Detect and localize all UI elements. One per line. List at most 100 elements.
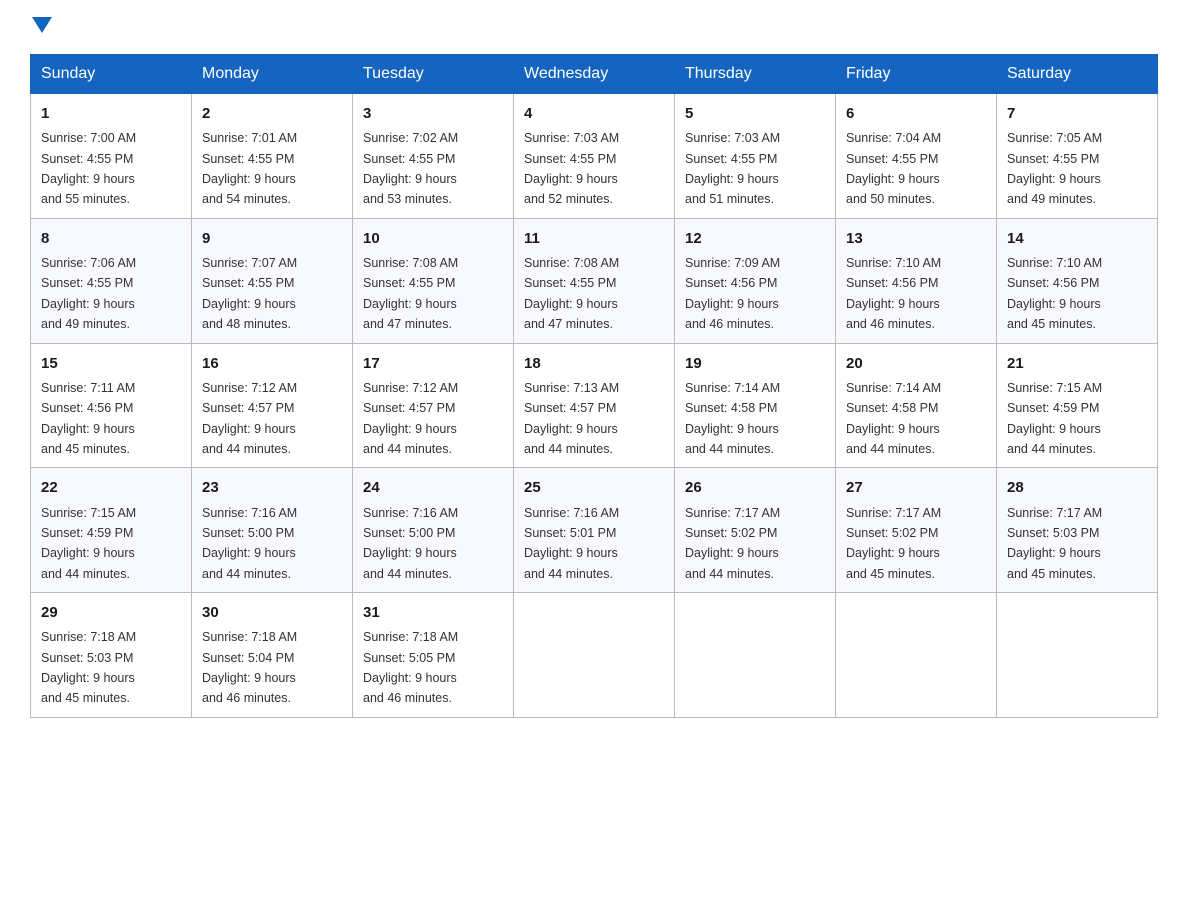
day-number: 29 xyxy=(41,601,181,624)
day-info: Sunrise: 7:00 AMSunset: 4:55 PMDaylight:… xyxy=(41,131,136,206)
calendar-cell: 29 Sunrise: 7:18 AMSunset: 5:03 PMDaylig… xyxy=(31,593,192,718)
day-info: Sunrise: 7:01 AMSunset: 4:55 PMDaylight:… xyxy=(202,131,297,206)
day-info: Sunrise: 7:18 AMSunset: 5:04 PMDaylight:… xyxy=(202,630,297,705)
day-info: Sunrise: 7:11 AMSunset: 4:56 PMDaylight:… xyxy=(41,381,135,456)
calendar-cell: 20 Sunrise: 7:14 AMSunset: 4:58 PMDaylig… xyxy=(836,343,997,468)
calendar-cell: 13 Sunrise: 7:10 AMSunset: 4:56 PMDaylig… xyxy=(836,218,997,343)
calendar-cell: 22 Sunrise: 7:15 AMSunset: 4:59 PMDaylig… xyxy=(31,468,192,593)
calendar-cell: 16 Sunrise: 7:12 AMSunset: 4:57 PMDaylig… xyxy=(192,343,353,468)
day-info: Sunrise: 7:12 AMSunset: 4:57 PMDaylight:… xyxy=(202,381,297,456)
day-number: 30 xyxy=(202,601,342,624)
day-info: Sunrise: 7:16 AMSunset: 5:01 PMDaylight:… xyxy=(524,506,619,581)
calendar-cell: 26 Sunrise: 7:17 AMSunset: 5:02 PMDaylig… xyxy=(675,468,836,593)
day-number: 20 xyxy=(846,352,986,375)
day-number: 24 xyxy=(363,476,503,499)
day-info: Sunrise: 7:06 AMSunset: 4:55 PMDaylight:… xyxy=(41,256,136,331)
day-number: 13 xyxy=(846,227,986,250)
header-tuesday: Tuesday xyxy=(353,55,514,94)
day-info: Sunrise: 7:17 AMSunset: 5:02 PMDaylight:… xyxy=(846,506,941,581)
logo-triangle-icon xyxy=(32,17,52,33)
calendar-week-row: 22 Sunrise: 7:15 AMSunset: 4:59 PMDaylig… xyxy=(31,468,1158,593)
day-number: 22 xyxy=(41,476,181,499)
calendar-header-row: SundayMondayTuesdayWednesdayThursdayFrid… xyxy=(31,55,1158,94)
calendar-week-row: 8 Sunrise: 7:06 AMSunset: 4:55 PMDayligh… xyxy=(31,218,1158,343)
day-number: 2 xyxy=(202,102,342,125)
calendar-cell: 2 Sunrise: 7:01 AMSunset: 4:55 PMDayligh… xyxy=(192,94,353,219)
day-number: 4 xyxy=(524,102,664,125)
calendar-cell: 7 Sunrise: 7:05 AMSunset: 4:55 PMDayligh… xyxy=(997,94,1158,219)
day-info: Sunrise: 7:17 AMSunset: 5:02 PMDaylight:… xyxy=(685,506,780,581)
day-info: Sunrise: 7:15 AMSunset: 4:59 PMDaylight:… xyxy=(41,506,136,581)
day-number: 14 xyxy=(1007,227,1147,250)
calendar-cell: 14 Sunrise: 7:10 AMSunset: 4:56 PMDaylig… xyxy=(997,218,1158,343)
day-info: Sunrise: 7:05 AMSunset: 4:55 PMDaylight:… xyxy=(1007,131,1102,206)
calendar-cell xyxy=(675,593,836,718)
calendar-cell xyxy=(836,593,997,718)
calendar-cell: 5 Sunrise: 7:03 AMSunset: 4:55 PMDayligh… xyxy=(675,94,836,219)
day-info: Sunrise: 7:03 AMSunset: 4:55 PMDaylight:… xyxy=(685,131,780,206)
day-number: 11 xyxy=(524,227,664,250)
logo xyxy=(30,20,52,36)
calendar-cell: 19 Sunrise: 7:14 AMSunset: 4:58 PMDaylig… xyxy=(675,343,836,468)
header-friday: Friday xyxy=(836,55,997,94)
day-info: Sunrise: 7:10 AMSunset: 4:56 PMDaylight:… xyxy=(846,256,941,331)
day-number: 9 xyxy=(202,227,342,250)
header-thursday: Thursday xyxy=(675,55,836,94)
calendar-cell: 24 Sunrise: 7:16 AMSunset: 5:00 PMDaylig… xyxy=(353,468,514,593)
calendar-cell: 3 Sunrise: 7:02 AMSunset: 4:55 PMDayligh… xyxy=(353,94,514,219)
day-number: 19 xyxy=(685,352,825,375)
header-monday: Monday xyxy=(192,55,353,94)
day-number: 21 xyxy=(1007,352,1147,375)
day-info: Sunrise: 7:09 AMSunset: 4:56 PMDaylight:… xyxy=(685,256,780,331)
day-info: Sunrise: 7:02 AMSunset: 4:55 PMDaylight:… xyxy=(363,131,458,206)
calendar-cell: 21 Sunrise: 7:15 AMSunset: 4:59 PMDaylig… xyxy=(997,343,1158,468)
day-info: Sunrise: 7:08 AMSunset: 4:55 PMDaylight:… xyxy=(524,256,619,331)
day-info: Sunrise: 7:04 AMSunset: 4:55 PMDaylight:… xyxy=(846,131,941,206)
calendar-cell: 28 Sunrise: 7:17 AMSunset: 5:03 PMDaylig… xyxy=(997,468,1158,593)
day-info: Sunrise: 7:13 AMSunset: 4:57 PMDaylight:… xyxy=(524,381,619,456)
day-number: 3 xyxy=(363,102,503,125)
calendar-week-row: 15 Sunrise: 7:11 AMSunset: 4:56 PMDaylig… xyxy=(31,343,1158,468)
day-number: 5 xyxy=(685,102,825,125)
day-info: Sunrise: 7:17 AMSunset: 5:03 PMDaylight:… xyxy=(1007,506,1102,581)
calendar-cell: 10 Sunrise: 7:08 AMSunset: 4:55 PMDaylig… xyxy=(353,218,514,343)
calendar-cell: 18 Sunrise: 7:13 AMSunset: 4:57 PMDaylig… xyxy=(514,343,675,468)
day-info: Sunrise: 7:16 AMSunset: 5:00 PMDaylight:… xyxy=(363,506,458,581)
calendar-cell: 4 Sunrise: 7:03 AMSunset: 4:55 PMDayligh… xyxy=(514,94,675,219)
day-number: 6 xyxy=(846,102,986,125)
calendar-cell: 23 Sunrise: 7:16 AMSunset: 5:00 PMDaylig… xyxy=(192,468,353,593)
day-number: 10 xyxy=(363,227,503,250)
day-number: 8 xyxy=(41,227,181,250)
day-info: Sunrise: 7:18 AMSunset: 5:03 PMDaylight:… xyxy=(41,630,136,705)
calendar-cell: 27 Sunrise: 7:17 AMSunset: 5:02 PMDaylig… xyxy=(836,468,997,593)
day-number: 17 xyxy=(363,352,503,375)
day-number: 1 xyxy=(41,102,181,125)
calendar-cell xyxy=(997,593,1158,718)
calendar-table: SundayMondayTuesdayWednesdayThursdayFrid… xyxy=(30,54,1158,718)
day-number: 12 xyxy=(685,227,825,250)
calendar-cell xyxy=(514,593,675,718)
day-number: 27 xyxy=(846,476,986,499)
day-info: Sunrise: 7:08 AMSunset: 4:55 PMDaylight:… xyxy=(363,256,458,331)
calendar-cell: 30 Sunrise: 7:18 AMSunset: 5:04 PMDaylig… xyxy=(192,593,353,718)
calendar-week-row: 29 Sunrise: 7:18 AMSunset: 5:03 PMDaylig… xyxy=(31,593,1158,718)
day-number: 25 xyxy=(524,476,664,499)
day-number: 15 xyxy=(41,352,181,375)
day-info: Sunrise: 7:18 AMSunset: 5:05 PMDaylight:… xyxy=(363,630,458,705)
day-info: Sunrise: 7:07 AMSunset: 4:55 PMDaylight:… xyxy=(202,256,297,331)
calendar-cell: 8 Sunrise: 7:06 AMSunset: 4:55 PMDayligh… xyxy=(31,218,192,343)
calendar-week-row: 1 Sunrise: 7:00 AMSunset: 4:55 PMDayligh… xyxy=(31,94,1158,219)
day-info: Sunrise: 7:16 AMSunset: 5:00 PMDaylight:… xyxy=(202,506,297,581)
day-number: 31 xyxy=(363,601,503,624)
calendar-cell: 17 Sunrise: 7:12 AMSunset: 4:57 PMDaylig… xyxy=(353,343,514,468)
header-saturday: Saturday xyxy=(997,55,1158,94)
calendar-cell: 6 Sunrise: 7:04 AMSunset: 4:55 PMDayligh… xyxy=(836,94,997,219)
calendar-cell: 15 Sunrise: 7:11 AMSunset: 4:56 PMDaylig… xyxy=(31,343,192,468)
calendar-cell: 31 Sunrise: 7:18 AMSunset: 5:05 PMDaylig… xyxy=(353,593,514,718)
day-number: 26 xyxy=(685,476,825,499)
day-number: 28 xyxy=(1007,476,1147,499)
calendar-cell: 1 Sunrise: 7:00 AMSunset: 4:55 PMDayligh… xyxy=(31,94,192,219)
calendar-cell: 12 Sunrise: 7:09 AMSunset: 4:56 PMDaylig… xyxy=(675,218,836,343)
day-number: 23 xyxy=(202,476,342,499)
header-wednesday: Wednesday xyxy=(514,55,675,94)
